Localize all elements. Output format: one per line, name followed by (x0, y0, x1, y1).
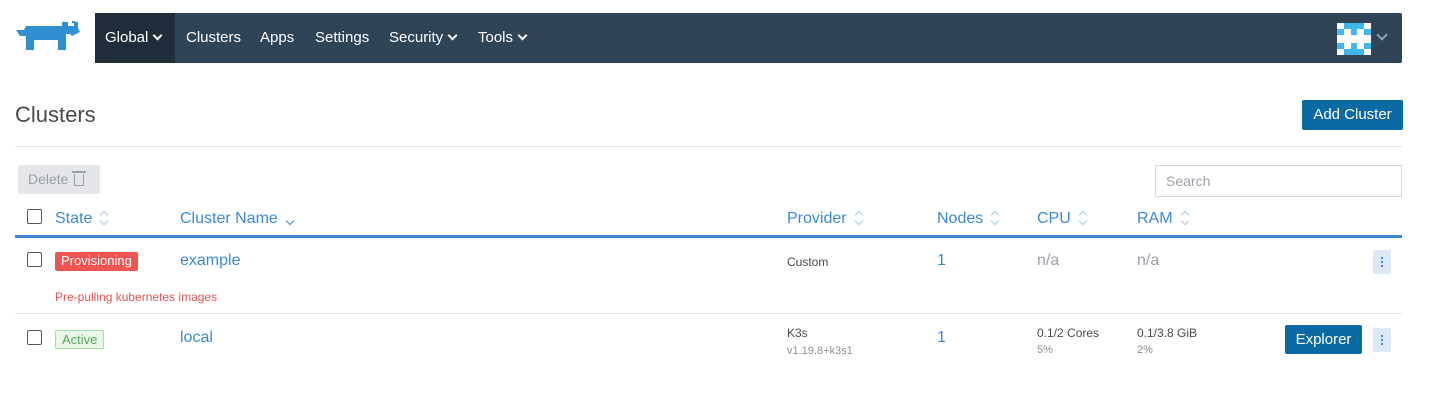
nav-item-label: Global (105, 29, 149, 46)
column-header-provider[interactable]: Provider (787, 209, 863, 228)
nav-item-tools[interactable]: Tools (478, 13, 528, 63)
row-status-message: Pre-pulling kubernetes images (55, 290, 218, 304)
cpu-value: n/a (1037, 252, 1060, 269)
chevron-down-icon (517, 30, 528, 41)
kebab-dot (1381, 343, 1383, 345)
column-header-label: State (55, 210, 93, 227)
nav-item-security[interactable]: Security (389, 13, 458, 63)
provider-version: v1.19.8+k3s1 (787, 345, 853, 357)
chevron-down-icon (447, 30, 458, 41)
nav-item-label: Clusters (186, 29, 242, 46)
rancher-logo-icon[interactable] (14, 20, 82, 54)
sort-icon (100, 211, 108, 225)
nav-item-label: Apps (260, 29, 295, 46)
nav-item-label: Tools (478, 29, 514, 46)
column-header-label: RAM (1137, 210, 1173, 227)
sort-icon (1181, 211, 1189, 225)
column-header-cluster-name[interactable]: Cluster Name (180, 209, 294, 228)
provider-name: K3s (787, 326, 808, 340)
nav-item-label: Security (389, 29, 444, 46)
row-actions-menu-button[interactable] (1373, 250, 1391, 274)
top-navbar: Global Clusters Apps Settings Security T… (95, 13, 1402, 63)
row-actions-menu-button[interactable] (1373, 328, 1391, 352)
select-all-checkbox[interactable] (27, 209, 42, 224)
kebab-dot (1381, 335, 1383, 337)
nav-item-global[interactable]: Global (95, 13, 175, 63)
chevron-down-icon (152, 30, 163, 41)
nav-item-label: Settings (315, 29, 370, 46)
ram-value: n/a (1137, 252, 1160, 269)
status-badge: Provisioning (55, 252, 138, 271)
column-header-nodes[interactable]: Nodes (937, 209, 999, 228)
row-divider (15, 313, 1402, 314)
column-header-label: Cluster Name (180, 210, 278, 227)
kebab-dot (1381, 265, 1383, 267)
provider-name: Custom (787, 255, 829, 269)
nodes-count-link[interactable]: 1 (937, 329, 946, 347)
add-cluster-button[interactable]: Add Cluster (1302, 100, 1403, 130)
user-avatar-icon[interactable] (1337, 23, 1371, 55)
nav-item-clusters[interactable]: Clusters (186, 13, 241, 63)
row-checkbox[interactable] (27, 252, 42, 267)
delete-button[interactable]: Delete (18, 165, 100, 194)
cluster-name-link[interactable]: example (180, 252, 240, 270)
nodes-count-link[interactable]: 1 (937, 252, 946, 270)
column-header-state[interactable]: State (55, 209, 108, 228)
column-header-label: Nodes (937, 210, 984, 227)
header-divider (15, 146, 1402, 147)
search-input[interactable] (1155, 165, 1402, 197)
kebab-dot (1381, 257, 1383, 259)
column-header-label: CPU (1037, 210, 1071, 227)
delete-button-label: Delete (28, 171, 69, 187)
sort-icon (855, 211, 863, 225)
kebab-dot (1381, 261, 1383, 263)
chevron-down-icon[interactable] (1376, 29, 1388, 41)
cluster-name-link[interactable]: local (180, 329, 213, 347)
cpu-percent: 5% (1037, 344, 1053, 356)
status-badge: Active (55, 330, 105, 349)
ram-percent: 2% (1137, 344, 1153, 356)
row-checkbox[interactable] (27, 330, 42, 345)
trash-icon (72, 171, 87, 186)
kebab-dot (1381, 339, 1383, 341)
page-title: Clusters (15, 102, 96, 127)
table-header-divider (15, 235, 1402, 238)
sort-icon (1079, 211, 1087, 225)
nav-item-settings[interactable]: Settings (315, 13, 369, 63)
cpu-value: 0.1/2 Cores (1037, 326, 1100, 340)
sort-descending-icon (286, 211, 294, 225)
sort-icon (991, 211, 999, 225)
column-header-ram[interactable]: RAM (1137, 209, 1189, 228)
column-header-cpu[interactable]: CPU (1037, 209, 1087, 228)
column-header-label: Provider (787, 210, 847, 227)
explorer-button[interactable]: Explorer (1285, 325, 1362, 354)
nav-item-apps[interactable]: Apps (260, 13, 294, 63)
ram-value: 0.1/3.8 GiB (1137, 326, 1198, 340)
